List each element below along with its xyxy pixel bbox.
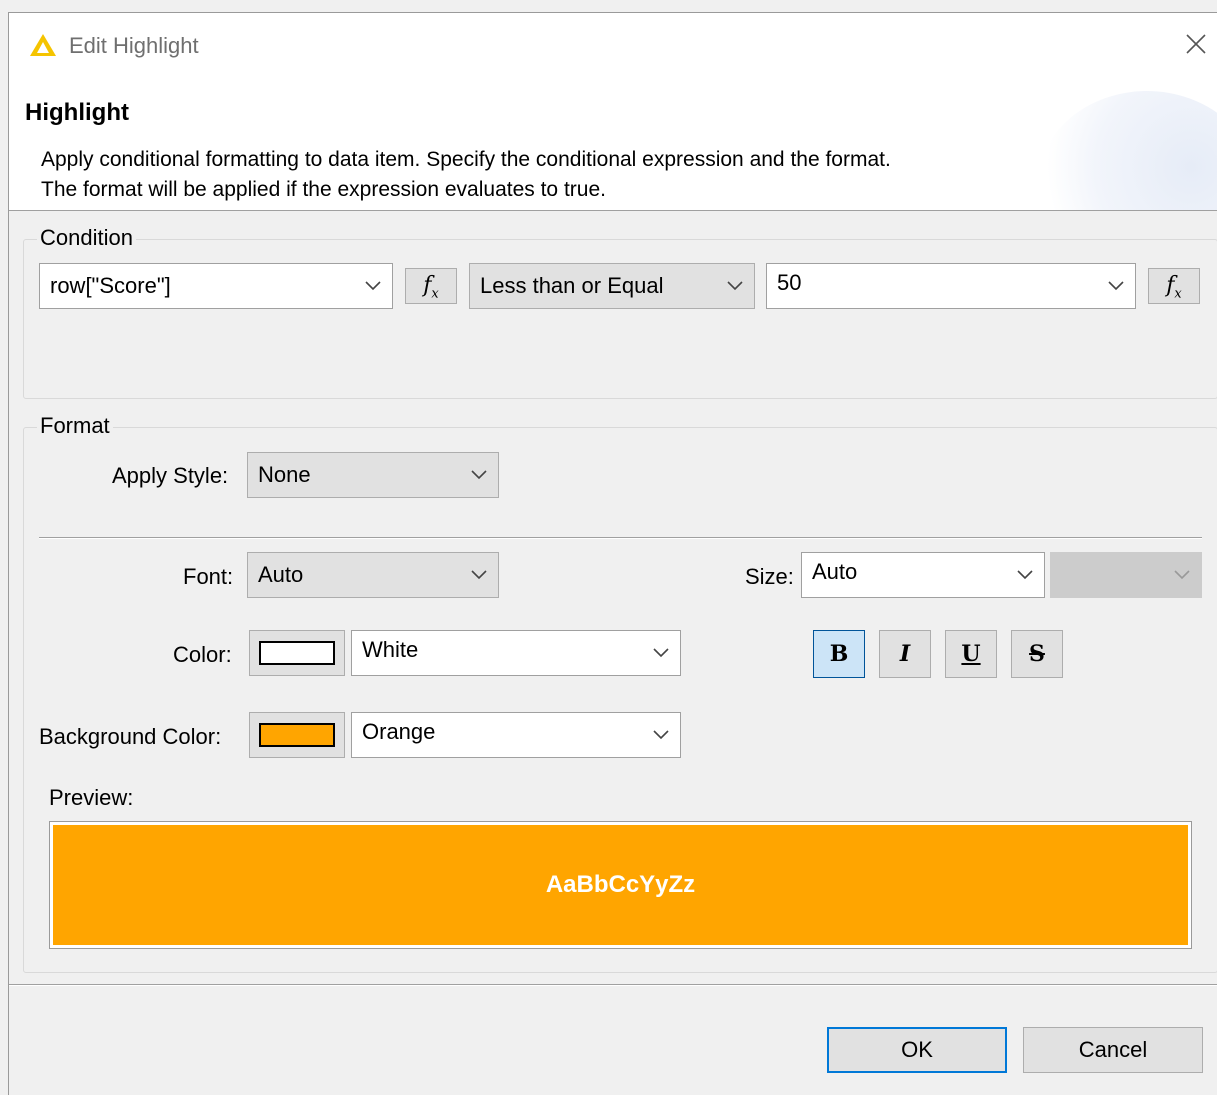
- background-color-picker-button[interactable]: [249, 712, 345, 758]
- fx-icon-sub: x: [1174, 286, 1182, 302]
- size-unit-select: [1050, 552, 1202, 598]
- preview-sample: AaBbCcYyZz: [53, 825, 1188, 945]
- size-label: Size:: [745, 564, 794, 589]
- dialog-header: Highlight Apply conditional formatting t…: [9, 81, 1217, 211]
- size-value: Auto: [812, 559, 858, 584]
- chevron-down-icon: [653, 730, 669, 740]
- bold-button[interactable]: B: [813, 630, 865, 678]
- expression-combo[interactable]: row["Score"]: [39, 263, 393, 309]
- chevron-down-icon: [1017, 570, 1033, 580]
- chevron-down-icon: [653, 648, 669, 658]
- color-value: White: [362, 637, 419, 662]
- title-bar: Edit Highlight: [9, 13, 1217, 81]
- background-color-combo[interactable]: Orange: [351, 712, 681, 758]
- window-title: Edit Highlight: [69, 33, 199, 58]
- background-color-label: Background Color:: [39, 724, 222, 749]
- background-color-value: Orange: [362, 719, 436, 744]
- description-line-2: The format will be applied if the expres…: [41, 178, 606, 201]
- format-group-label: Format: [37, 413, 113, 439]
- color-picker-button[interactable]: [249, 630, 345, 676]
- size-combo[interactable]: Auto: [801, 552, 1045, 598]
- expression-builder-button[interactable]: fx: [405, 268, 457, 304]
- format-divider: [39, 537, 1202, 539]
- apply-style-select[interactable]: None: [247, 452, 499, 498]
- header-title: Highlight: [25, 99, 129, 126]
- background-color-swatch: [259, 723, 335, 747]
- chevron-down-icon: [471, 470, 487, 480]
- strikethrough-icon: S: [1029, 641, 1045, 667]
- color-swatch: [259, 641, 335, 665]
- operator-value: Less than or Equal: [480, 273, 664, 298]
- chevron-down-icon: [1108, 281, 1124, 291]
- chevron-down-icon: [1174, 570, 1190, 580]
- value-value: 50: [777, 270, 802, 295]
- apply-style-label: Apply Style:: [112, 463, 229, 488]
- italic-icon: I: [899, 641, 911, 667]
- expression-value: row["Score"]: [50, 273, 171, 298]
- color-label: Color:: [173, 642, 232, 667]
- chevron-down-icon: [471, 570, 487, 580]
- ok-label: OK: [901, 1037, 933, 1062]
- color-combo[interactable]: White: [351, 630, 681, 676]
- cancel-label: Cancel: [1078, 1037, 1148, 1062]
- cancel-button[interactable]: Cancel: [1023, 1027, 1203, 1073]
- operator-select[interactable]: Less than or Equal: [469, 263, 755, 309]
- bold-icon: B: [829, 641, 849, 667]
- chevron-down-icon: [727, 281, 743, 291]
- preview-sample-text: AaBbCcYyZz: [545, 871, 696, 898]
- strikethrough-button[interactable]: S: [1011, 630, 1063, 678]
- fx-icon-sub: x: [431, 286, 439, 302]
- underline-button[interactable]: U: [945, 630, 997, 678]
- font-select[interactable]: Auto: [247, 552, 499, 598]
- condition-group-label: Condition: [37, 225, 136, 251]
- app-logo-icon: [30, 34, 56, 56]
- ok-button[interactable]: OK: [827, 1027, 1007, 1073]
- preview-panel: AaBbCcYyZz: [49, 821, 1192, 949]
- font-label: Font:: [183, 564, 234, 589]
- apply-style-value: None: [258, 462, 311, 487]
- chevron-down-icon: [365, 281, 381, 291]
- value-combo[interactable]: 50: [766, 263, 1136, 309]
- close-icon[interactable]: [1183, 31, 1209, 57]
- header-decoration: [1037, 91, 1217, 210]
- italic-button[interactable]: I: [879, 630, 931, 678]
- value-expression-builder-button[interactable]: fx: [1148, 268, 1200, 304]
- underline-icon: U: [961, 641, 981, 667]
- edit-highlight-dialog: Edit Highlight Highlight Apply condition…: [8, 12, 1217, 1095]
- header-description: Apply conditional formatting to data ite…: [41, 145, 891, 205]
- font-value: Auto: [258, 562, 304, 587]
- description-line-1: Apply conditional formatting to data ite…: [41, 148, 891, 171]
- button-bar-divider: [9, 984, 1217, 986]
- preview-label: Preview:: [49, 785, 134, 810]
